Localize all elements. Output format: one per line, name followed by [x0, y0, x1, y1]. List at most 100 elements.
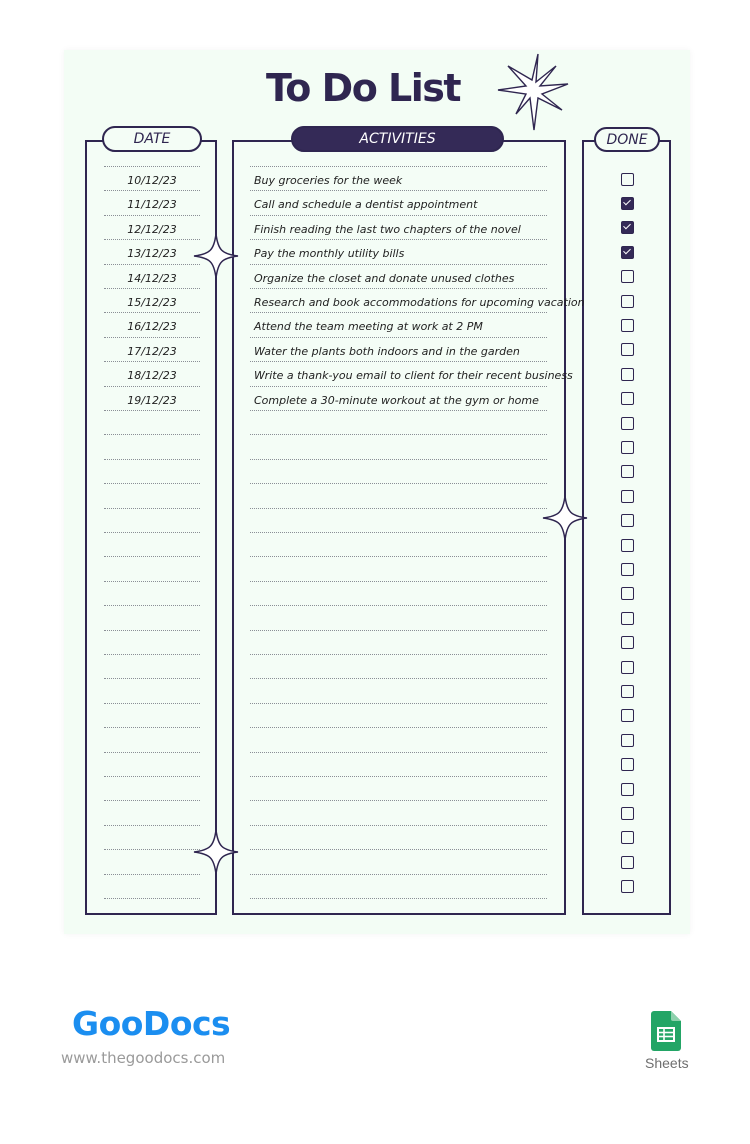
activity-rule-line — [250, 532, 547, 533]
date-rule-line — [104, 776, 200, 777]
activity-rule-line — [250, 849, 547, 851]
activity-rule-line — [250, 678, 547, 680]
done-checkbox[interactable] — [621, 660, 634, 674]
done-checkbox[interactable] — [621, 611, 634, 625]
activity-cell[interactable]: Attend the team meeting at work at 2 PM — [254, 320, 483, 333]
date-cell[interactable]: 11/12/23 — [104, 198, 200, 211]
date-rule-line — [104, 629, 200, 631]
done-checkbox[interactable] — [621, 562, 634, 576]
activity-cell[interactable]: Finish reading the last two chapters of … — [254, 223, 521, 236]
google-sheets-icon — [651, 1011, 681, 1051]
done-checkbox[interactable] — [621, 489, 634, 503]
done-checkbox[interactable] — [621, 514, 634, 528]
activity-rule-line — [250, 434, 547, 436]
done-checkbox[interactable] — [621, 587, 634, 601]
activity-rule-line — [250, 385, 547, 387]
date-rule-line — [104, 434, 200, 436]
date-rule-line — [104, 361, 200, 363]
activity-rule-line — [250, 190, 547, 192]
done-checkbox[interactable] — [621, 684, 634, 698]
date-cell[interactable]: 12/12/23 — [104, 223, 200, 236]
done-checkbox[interactable] — [621, 294, 634, 308]
done-checkbox[interactable] — [621, 465, 634, 479]
done-checkbox[interactable] — [621, 416, 634, 430]
done-checkbox[interactable] — [621, 367, 634, 381]
sparkle-icon — [193, 829, 239, 875]
date-rule-line — [104, 336, 200, 338]
date-rule-line — [104, 605, 200, 607]
date-rule-line — [104, 507, 200, 509]
done-checkbox[interactable] — [621, 831, 634, 845]
date-cell[interactable]: 10/12/23 — [104, 174, 200, 187]
date-cell[interactable]: 18/12/23 — [104, 369, 200, 382]
done-checkbox[interactable] — [621, 782, 634, 796]
date-rule-line — [104, 678, 200, 680]
activity-cell[interactable]: Research and book accommodations for upc… — [254, 296, 585, 309]
activity-rule-line — [250, 580, 547, 582]
activity-rule-line — [250, 239, 547, 241]
activity-rule-line — [250, 702, 547, 704]
activity-rule-line — [250, 898, 547, 899]
date-rule-line — [104, 727, 200, 729]
date-rule-line — [104, 580, 200, 582]
page-title: To Do List — [265, 66, 462, 110]
website-url: www.thegoodocs.com — [61, 1049, 226, 1067]
date-rule-line — [104, 532, 200, 533]
activity-rule-line — [250, 507, 547, 509]
date-rule-line — [104, 410, 200, 411]
date-rule-line — [104, 263, 200, 265]
activity-cell[interactable]: Complete a 30-minute workout at the gym … — [254, 394, 539, 407]
sparkle-icon — [542, 495, 588, 541]
date-cell[interactable]: 16/12/23 — [104, 320, 200, 333]
done-checkbox[interactable] — [621, 196, 634, 210]
activity-rule-line — [250, 214, 547, 216]
activity-rule-line — [250, 776, 547, 777]
activity-rule-line — [250, 824, 547, 826]
date-cell[interactable]: 17/12/23 — [104, 345, 200, 358]
done-checkbox[interactable] — [621, 440, 634, 454]
activity-rule-line — [250, 483, 547, 485]
sheets-label: Sheets — [645, 1055, 689, 1071]
done-checkbox[interactable] — [621, 343, 634, 357]
activity-rule-line — [250, 800, 547, 802]
done-checkbox[interactable] — [621, 733, 634, 747]
done-checkbox[interactable] — [621, 709, 634, 723]
goodocs-logo: GooDocs — [72, 1004, 231, 1043]
done-checkbox[interactable] — [621, 880, 634, 894]
done-checkbox[interactable] — [621, 172, 634, 186]
done-checkbox[interactable] — [621, 538, 634, 552]
date-rule-line — [104, 824, 200, 826]
activity-cell[interactable]: Write a thank-you email to client for th… — [254, 369, 573, 382]
date-cell[interactable]: 14/12/23 — [104, 272, 200, 285]
done-checkbox[interactable] — [621, 221, 634, 235]
date-cell[interactable]: 13/12/23 — [104, 247, 200, 260]
done-checkbox[interactable] — [621, 392, 634, 406]
date-rule-line — [104, 214, 200, 216]
activity-rule-line — [250, 654, 547, 655]
done-checkbox[interactable] — [621, 806, 634, 820]
date-cell[interactable]: 15/12/23 — [104, 296, 200, 309]
date-rule-line — [104, 483, 200, 485]
done-checkbox[interactable] — [621, 270, 634, 284]
date-rule-line — [104, 166, 200, 167]
activity-cell[interactable]: Water the plants both indoors and in the… — [254, 345, 520, 358]
activity-rule-line — [250, 410, 547, 411]
date-rule-line — [104, 702, 200, 704]
date-cell[interactable]: 19/12/23 — [104, 394, 200, 407]
activity-cell[interactable]: Call and schedule a dentist appointment — [254, 198, 477, 211]
activity-cell[interactable]: Buy groceries for the week — [254, 174, 402, 187]
date-rule-line — [104, 312, 200, 314]
done-checkbox[interactable] — [621, 855, 634, 869]
activity-cell[interactable]: Pay the monthly utility bills — [254, 247, 404, 260]
done-checkbox[interactable] — [621, 318, 634, 332]
activity-rule-line — [250, 605, 547, 607]
activity-rule-line — [250, 629, 547, 631]
done-checkbox[interactable] — [621, 245, 634, 259]
activity-rule-line — [250, 727, 547, 729]
done-checkbox[interactable] — [621, 758, 634, 772]
sparkle-star-icon — [497, 53, 569, 131]
activity-rule-line — [250, 556, 547, 558]
done-checkbox[interactable] — [621, 636, 634, 650]
activity-cell[interactable]: Organize the closet and donate unused cl… — [254, 272, 514, 285]
activity-rule-line — [250, 751, 547, 753]
